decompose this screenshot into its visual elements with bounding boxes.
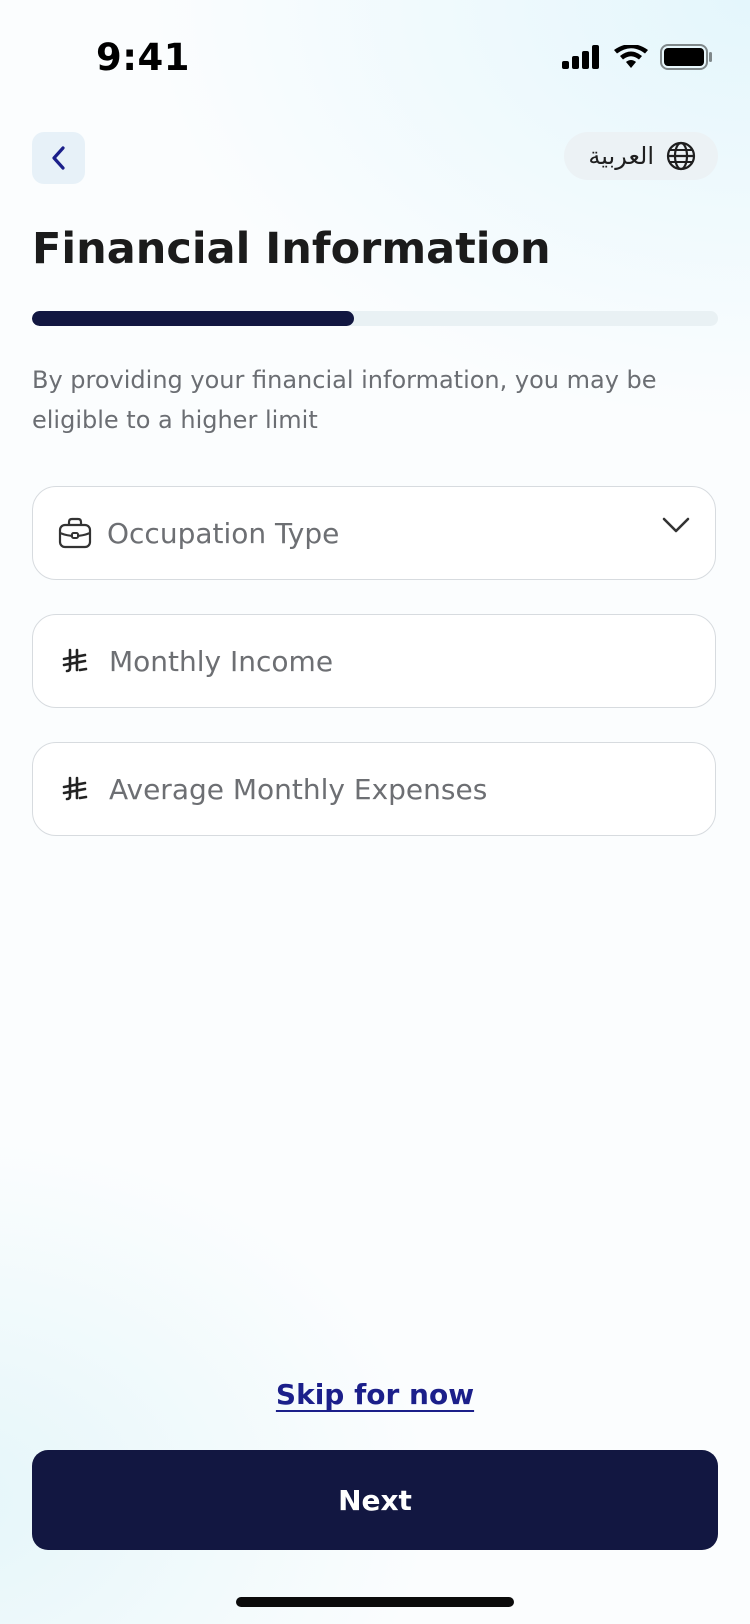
monthly-income-input[interactable]: [107, 630, 715, 692]
back-button[interactable]: [32, 132, 85, 184]
chevron-left-icon: [51, 146, 65, 170]
next-button[interactable]: Next: [32, 1450, 718, 1550]
status-bar: 9:41: [0, 0, 750, 118]
top-bar: العربية: [32, 132, 718, 184]
page-description: By providing your financial information,…: [32, 366, 657, 434]
monthly-income-field[interactable]: [32, 614, 716, 708]
briefcase-icon: [57, 515, 93, 551]
progress-bar-fill: [32, 311, 355, 326]
monthly-expenses-field[interactable]: [32, 742, 716, 836]
skip-for-now-link[interactable]: Skip for now: [0, 1378, 750, 1411]
occupation-type-placeholder: Occupation Type: [107, 516, 340, 550]
chevron-down-icon: [662, 517, 690, 533]
globe-icon: [666, 141, 696, 171]
battery-icon: [660, 44, 712, 70]
riyal-currency-icon: [57, 643, 93, 679]
page-title: Financial Information: [32, 224, 551, 274]
progress-bar: [32, 311, 718, 326]
monthly-expenses-input[interactable]: [107, 758, 715, 820]
occupation-type-select[interactable]: Occupation Type: [32, 486, 716, 580]
status-time: 9:41: [96, 36, 191, 79]
wifi-icon: [614, 45, 648, 68]
status-icons: [562, 44, 714, 70]
riyal-currency-icon: [57, 771, 93, 807]
language-label: العربية: [588, 142, 654, 170]
language-toggle-button[interactable]: العربية: [564, 132, 718, 180]
signal-icon: [562, 45, 599, 69]
home-indicator: [236, 1597, 514, 1607]
